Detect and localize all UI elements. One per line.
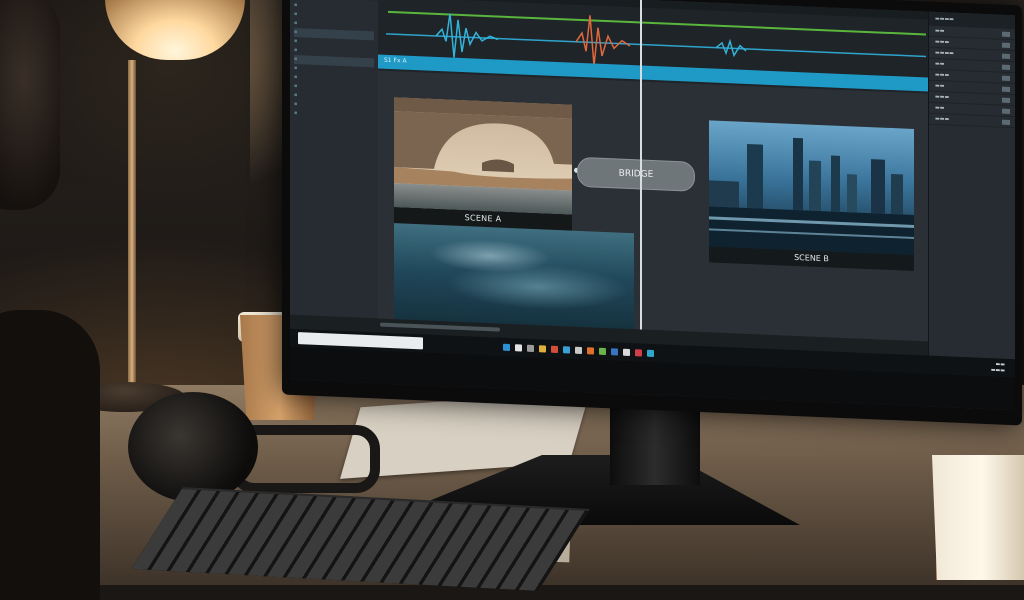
app-icon[interactable] [599, 347, 606, 354]
app-icon[interactable] [647, 349, 654, 356]
taskbar-search-box[interactable] [298, 332, 423, 349]
person-head [0, 0, 60, 210]
app-icon[interactable] [563, 346, 570, 353]
app-icon[interactable] [623, 348, 630, 355]
desk-lamp-pole [128, 60, 136, 390]
windows-icon[interactable] [503, 343, 510, 350]
coffee-cup-right [932, 455, 1024, 580]
app-icon[interactable] [575, 346, 582, 353]
property-row[interactable]: ▬▬▬ [929, 114, 1015, 129]
monitor-screen: ▬▬ ▬▬ ● ▬▬▬ ▬▬▬▬ ▬▬▬ [290, 0, 1015, 410]
app-icon[interactable] [635, 349, 642, 356]
water-clip-preview[interactable] [394, 223, 634, 329]
person-shoulder [0, 310, 100, 600]
scene-a-image [394, 97, 572, 214]
taskbar-app-icons [503, 343, 654, 356]
scene-a-thumbnail[interactable] [394, 97, 572, 214]
headphones [128, 392, 258, 502]
video-track-label: S1 Fx A [384, 57, 407, 65]
timeline-playhead[interactable] [640, 0, 642, 82]
system-tray-clock[interactable]: ▬▬▬▬▬ [991, 361, 1005, 374]
scene-b-image [709, 120, 914, 255]
scene-b-thumbnail[interactable] [709, 120, 914, 255]
app-icon[interactable] [527, 344, 534, 351]
app-icon[interactable] [515, 344, 522, 351]
app-icon[interactable] [611, 348, 618, 355]
folder-icon[interactable] [539, 345, 546, 352]
app-icon[interactable] [587, 347, 594, 354]
app-icon[interactable] [551, 345, 558, 352]
project-tree [290, 0, 378, 125]
bridge-transition-button[interactable]: BRIDGE [577, 157, 695, 192]
project-panel: ▬▬ ▬▬ [290, 0, 379, 319]
properties-panel: ▬▬▬▬ ▬▬ ▬▬▬ ▬▬▬▬ ▬▬ ▬▬▬ ▬▬ ▬▬▬ ▬▬ ▬▬▬ [928, 12, 1015, 411]
program-viewer[interactable]: SCENE A BRIDGE SCENE B [378, 70, 928, 341]
